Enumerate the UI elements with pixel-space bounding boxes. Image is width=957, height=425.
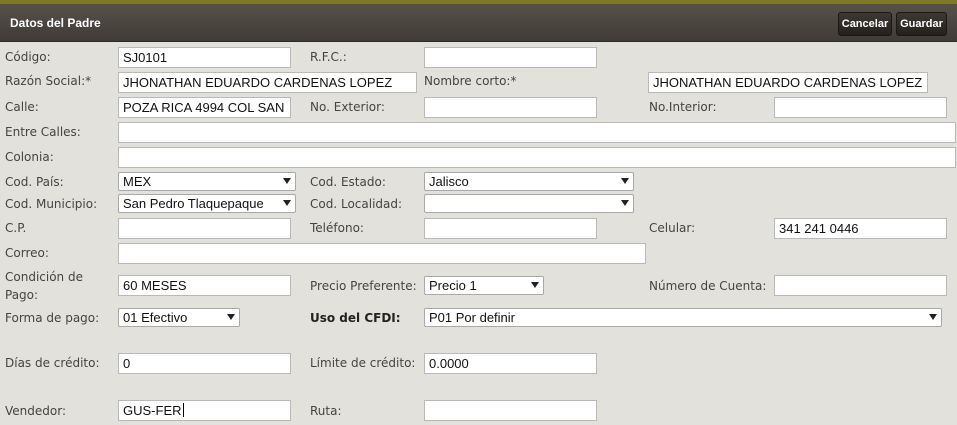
cod-estado-label: Cod. Estado: [310,175,386,189]
forma-pago-value: 01 Efectivo [123,310,188,325]
dias-credito-field[interactable]: 0 [118,353,291,374]
cod-pais-value: MEX [123,174,152,189]
cp-field[interactable] [118,218,291,239]
numero-cuenta-label: Número de Cuenta: [649,279,767,293]
cod-municipio-value: San Pedro Tlaquepaque [123,196,264,211]
chevron-down-icon [929,314,937,320]
nombre-corto-label: Nombre corto:* [424,74,517,88]
cod-municipio-select[interactable]: San Pedro Tlaquepaque [118,194,296,213]
colonia-field[interactable] [118,147,956,168]
cod-municipio-label: Cod. Municipio: [5,197,98,211]
cod-localidad-select[interactable] [424,194,634,213]
cod-localidad-label: Cod. Localidad: [310,197,403,211]
dias-credito-label: Días de crédito: [5,356,100,370]
colonia-label: Colonia: [5,150,54,164]
cod-estado-select[interactable]: Jalisco [424,172,634,191]
condicion-pago-label-line1: Condición de [5,270,83,284]
codigo-field[interactable]: SJ0101 [118,47,291,68]
cod-pais-label: Cod. País: [5,175,64,189]
precio-preferente-value: Precio 1 [429,278,477,293]
nombre-corto-field[interactable]: JHONATHAN EDUARDO CARDENAS LOPEZ [648,72,928,93]
celular-field[interactable]: 341 241 0446 [774,218,947,239]
precio-preferente-label: Precio Preferente: [310,279,417,293]
razon-social-field[interactable]: JHONATHAN EDUARDO CARDENAS LOPEZ [118,72,417,93]
uso-cfdi-value: P01 Por definir [429,310,515,325]
chevron-down-icon [621,200,629,206]
condicion-pago-label-line2: Pago: [5,288,39,302]
telefono-field[interactable] [424,218,597,239]
uso-cfdi-label: Uso del CFDI: [310,311,401,325]
ruta-field[interactable] [424,400,597,421]
cp-label: C.P. [5,221,27,235]
chevron-down-icon [227,314,235,320]
vendedor-field[interactable]: GUS-FER [118,400,291,421]
cod-estado-value: Jalisco [429,174,469,189]
panel-header: Datos del Padre Cancelar Guardar [0,4,957,42]
codigo-label: Código: [5,50,51,64]
limite-credito-label: Límite de crédito: [310,356,416,370]
chevron-down-icon [283,178,291,184]
razon-social-label: Razón Social:* [5,74,92,88]
celular-label: Celular: [649,221,696,235]
vendedor-label: Vendedor: [5,404,66,418]
calle-field[interactable]: POZA RICA 4994 COL SAN [118,97,291,118]
correo-label: Correo: [5,246,49,260]
forma-pago-label: Forma de pago: [5,311,100,325]
panel-title: Datos del Padre [10,16,101,30]
chevron-down-icon [621,178,629,184]
entre-calles-field[interactable] [118,122,956,143]
vendedor-value: GUS-FER [123,403,182,418]
no-interior-field[interactable] [774,97,947,118]
condicion-pago-field[interactable]: 60 MESES [118,275,291,296]
text-caret [182,403,184,417]
chevron-down-icon [283,200,291,206]
precio-preferente-select[interactable]: Precio 1 [424,276,544,295]
no-exterior-field[interactable] [424,97,597,118]
save-button[interactable]: Guardar [896,12,947,36]
ruta-label: Ruta: [310,404,342,418]
forma-pago-select[interactable]: 01 Efectivo [118,308,240,327]
cod-pais-select[interactable]: MEX [118,172,296,191]
chevron-down-icon [531,282,539,288]
telefono-label: Teléfono: [310,221,364,235]
correo-field[interactable] [118,243,646,264]
uso-cfdi-select[interactable]: P01 Por definir [424,308,942,327]
rfc-label: R.F.C.: [310,50,347,64]
cancel-button[interactable]: Cancelar [838,12,892,36]
no-exterior-label: No. Exterior: [310,100,385,114]
entre-calles-label: Entre Calles: [5,125,81,139]
no-interior-label: No.Interior: [649,100,717,114]
limite-credito-field[interactable]: 0.0000 [424,353,597,374]
rfc-field[interactable] [424,47,597,68]
calle-label: Calle: [5,100,39,114]
numero-cuenta-field[interactable] [774,275,947,296]
